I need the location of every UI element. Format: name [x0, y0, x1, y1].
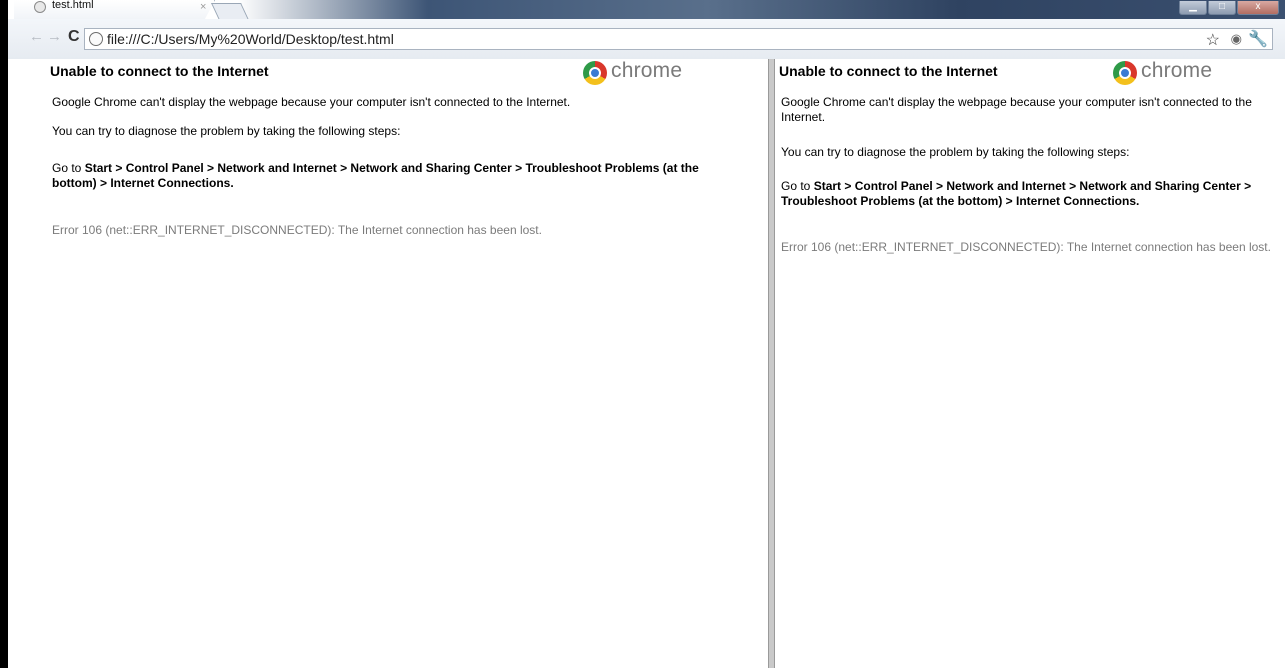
minimize-button[interactable]: ▁ — [1179, 1, 1207, 15]
extension-eye-icon[interactable]: ◉ — [1231, 31, 1242, 47]
bookmark-star-icon[interactable]: ☆ — [1206, 30, 1220, 50]
error-title: Unable to connect to the Internet — [50, 63, 269, 79]
error-code: Error 106 (net::ERR_INTERNET_DISCONNECTE… — [52, 223, 542, 237]
browser-toolbar: ← → C file:///C:/Users/My%20World/Deskto… — [0, 19, 1285, 59]
steps-path-line1: Start > Control Panel > Network and Inte… — [84, 161, 699, 175]
right-pane: Unable to connect to the Internet chrome… — [775, 59, 1285, 668]
page-info-icon[interactable] — [89, 32, 103, 46]
tab-close-icon[interactable]: × — [200, 1, 206, 13]
address-bar[interactable]: file:///C:/Users/My%20World/Desktop/test… — [84, 28, 1273, 50]
steps-path-line1: Start > Control Panel > Network and Inte… — [813, 179, 1252, 193]
diagnose-hint: You can try to diagnose the problem by t… — [52, 124, 401, 138]
error-message: Google Chrome can't display the webpage … — [781, 95, 1281, 125]
close-window-button[interactable]: x — [1237, 1, 1279, 15]
forward-arrow-icon[interactable]: → — [47, 29, 62, 44]
page-favicon-icon — [34, 1, 46, 13]
url-text[interactable]: file:///C:/Users/My%20World/Desktop/test… — [107, 31, 394, 47]
chrome-logo-text: chrome — [1141, 59, 1213, 82]
maximize-button[interactable]: □ — [1208, 1, 1236, 15]
steps-path-line2: bottom) > Internet Connections. — [52, 176, 234, 190]
chrome-logo-icon — [583, 61, 607, 85]
page-content: Unable to connect to the Internet chrome… — [0, 59, 1285, 668]
error-message-line1: Google Chrome can't display the webpage … — [781, 95, 1252, 109]
chrome-logo-text: chrome — [611, 59, 683, 82]
steps-text: Go to Start > Control Panel > Network an… — [781, 179, 1281, 209]
error-title: Unable to connect to the Internet — [779, 63, 998, 79]
error-code: Error 106 (net::ERR_INTERNET_DISCONNECTE… — [781, 240, 1271, 254]
steps-text: Go to Start > Control Panel > Network an… — [52, 161, 752, 191]
browser-tab[interactable]: test.html × — [14, 0, 215, 19]
new-tab-button[interactable] — [211, 3, 249, 20]
window-controls: ▁ □ x — [1178, 1, 1279, 15]
chrome-logo-icon — [1113, 61, 1137, 85]
pane-splitter[interactable] — [768, 59, 775, 668]
left-pane: Unable to connect to the Internet chrome… — [8, 59, 768, 668]
back-arrow-icon[interactable]: ← — [29, 29, 44, 44]
window-title-bar: test.html × ▁ □ x — [0, 0, 1285, 20]
wrench-menu-icon[interactable]: 🔧 — [1248, 29, 1268, 49]
goto-prefix: Go to — [52, 161, 85, 175]
error-message: Google Chrome can't display the webpage … — [52, 95, 571, 109]
error-message-line2: Internet. — [781, 110, 826, 124]
goto-prefix: Go to — [781, 179, 814, 193]
tab-title: test.html — [52, 0, 94, 11]
diagnose-hint: You can try to diagnose the problem by t… — [781, 145, 1130, 159]
reload-icon[interactable]: C — [68, 29, 80, 45]
steps-path-line2: Troubleshoot Problems (at the bottom) > … — [781, 194, 1140, 208]
